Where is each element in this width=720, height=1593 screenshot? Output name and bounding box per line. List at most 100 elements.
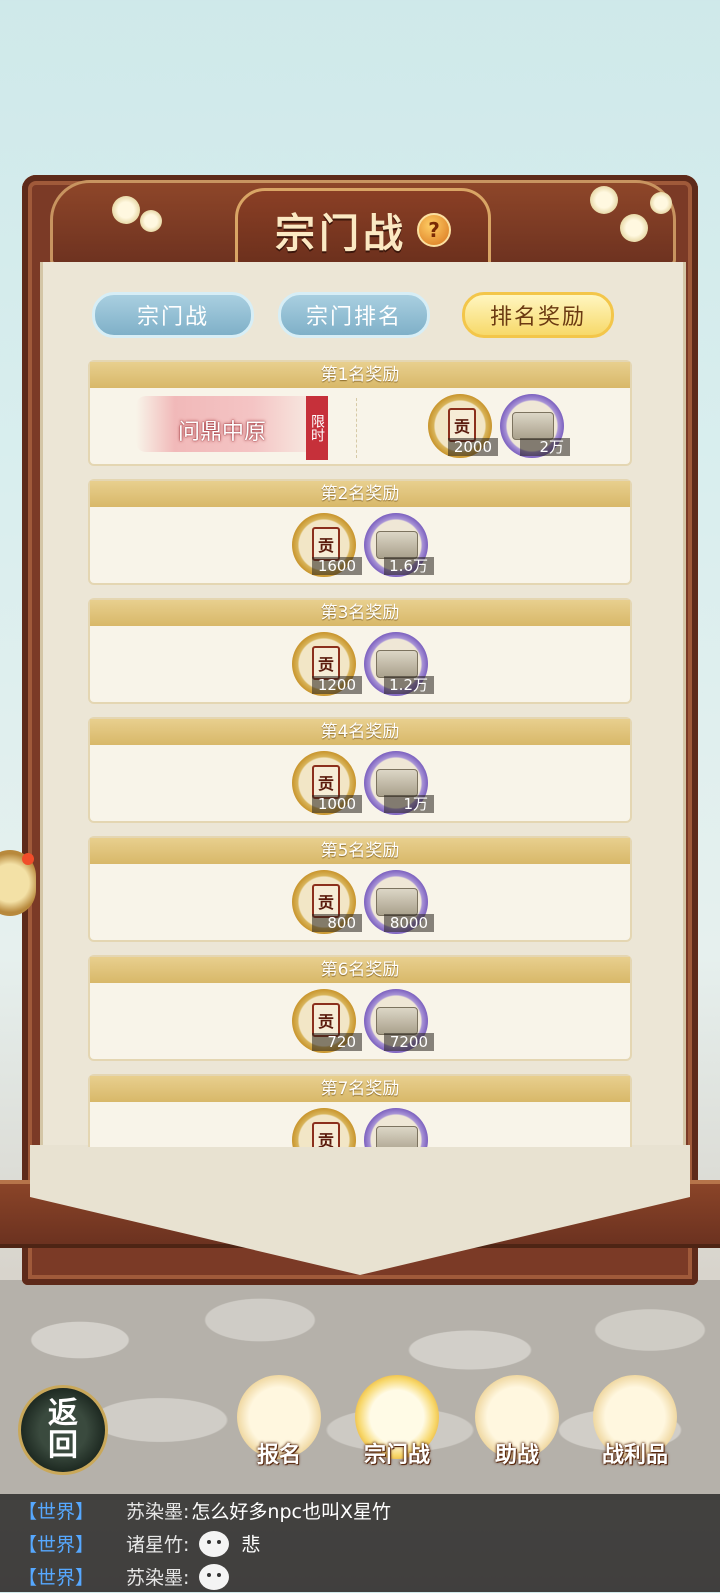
back-label: 回 — [48, 1428, 78, 1463]
tab-ranking-rewards[interactable]: 排名奖励 — [462, 292, 614, 338]
contribution-icon: 贡 — [312, 527, 340, 561]
emoji-face-icon — [199, 1530, 230, 1557]
item-quantity: 7200 — [384, 1033, 434, 1051]
reward-heading: 第7名奖励 — [90, 1076, 630, 1102]
tab-label: 宗门排名 — [305, 305, 402, 330]
silver-chest-icon — [512, 412, 554, 440]
item-quantity: 8000 — [384, 914, 434, 932]
back-button[interactable]: 返 回 — [18, 1385, 108, 1475]
reward-card: 第3名奖励 贡 1200 1.2万 — [88, 598, 632, 704]
contribution-item[interactable]: 贡 1200 — [292, 632, 362, 696]
notification-dot — [22, 853, 34, 865]
item-quantity: 1000 — [312, 795, 362, 813]
reward-items: 贡 1600 1.6万 — [90, 513, 630, 581]
chat-channel: 【世界】 — [18, 1501, 95, 1523]
item-quantity: 2000 — [448, 438, 498, 456]
sect-war-button[interactable]: 宗门战 — [352, 1375, 442, 1471]
tab-label: 排名奖励 — [489, 305, 586, 330]
reward-card: 第5名奖励 贡 800 8000 — [88, 836, 632, 942]
silver-chest-item[interactable] — [364, 1108, 428, 1147]
contribution-icon: 贡 — [312, 884, 340, 918]
contribution-icon: 贡 — [312, 1003, 340, 1037]
reward-heading: 第5名奖励 — [90, 838, 630, 864]
item-quantity: 1.2万 — [384, 676, 434, 694]
contribution-icon: 贡 — [312, 1122, 340, 1147]
chat-message: 【世界】 苏染墨: — [0, 1560, 720, 1593]
item-quantity: 1200 — [312, 676, 362, 694]
chat-sender[interactable]: 苏染墨: — [126, 1563, 189, 1590]
help-button[interactable]: ? — [417, 213, 451, 247]
reward-card: 第2名奖励 贡 1600 1.6万 — [88, 479, 632, 585]
reward-heading: 第3名奖励 — [90, 600, 630, 626]
reward-card: 第4名奖励 贡 1000 1万 — [88, 717, 632, 823]
loot-button[interactable]: 战利品 — [590, 1375, 680, 1471]
reward-card: 第1名奖励 问鼎中原 限时 贡 2000 2万 — [88, 360, 632, 466]
emoji-face-icon — [199, 1563, 230, 1590]
contribution-item[interactable]: 贡 2000 — [428, 394, 498, 458]
chat-channel: 【世界】 — [18, 1534, 95, 1556]
page-title: 宗门战 — [275, 210, 407, 257]
reward-heading: 第2名奖励 — [90, 481, 630, 507]
item-quantity: 2万 — [520, 438, 570, 456]
tab-sect-ranking[interactable]: 宗门排名 — [278, 292, 430, 338]
silver-chest-icon — [376, 888, 418, 916]
contribution-icon: 贡 — [448, 408, 476, 442]
nav-label: 助战 — [494, 1442, 539, 1468]
silver-chest-icon — [376, 650, 418, 678]
silver-chest-item[interactable]: 1.6万 — [364, 513, 434, 577]
title-plaque: 宗门战 ? — [235, 188, 491, 272]
nav-label: 宗门战 — [363, 1442, 430, 1468]
reward-items: 贡 1000 1万 — [90, 751, 630, 819]
plum-blossom-decoration — [650, 192, 672, 214]
contribution-item[interactable]: 贡 1600 — [292, 513, 362, 577]
reward-items: 贡 720 7200 — [90, 989, 630, 1057]
chat-channel: 【世界】 — [18, 1567, 95, 1589]
contribution-item[interactable]: 贡 800 — [292, 870, 362, 934]
item-quantity: 1.6万 — [384, 557, 434, 575]
item-quantity: 800 — [312, 914, 362, 932]
silver-chest-icon — [376, 769, 418, 797]
reward-items: 贡 800 8000 — [90, 870, 630, 938]
plum-blossom-decoration — [620, 214, 648, 242]
chat-message: 【世界】 苏染墨: 怎么好多npc也叫X星竹 — [0, 1494, 720, 1527]
silver-chest-icon — [376, 1007, 418, 1035]
reward-list[interactable]: 第1名奖励 问鼎中原 限时 贡 2000 2万 第2名奖励 贡 1600 1.6… — [88, 360, 632, 1147]
reward-items: 贡 1200 1.2万 — [90, 632, 630, 700]
item-quantity: 1600 — [312, 557, 362, 575]
nav-label: 战利品 — [601, 1442, 668, 1468]
reward-heading: 第4名奖励 — [90, 719, 630, 745]
tab-label: 宗门战 — [136, 305, 209, 330]
contribution-item[interactable]: 贡 720 — [292, 989, 362, 1053]
chat-message: 【世界】 诸星竹: 悲 — [0, 1527, 720, 1560]
chat-text: 悲 — [241, 1534, 261, 1556]
contribution-item[interactable]: 贡 — [292, 1108, 356, 1147]
nav-label: 报名 — [256, 1442, 301, 1468]
silver-chest-item[interactable]: 2万 — [500, 394, 570, 458]
chat-sender[interactable]: 诸星竹: — [126, 1530, 189, 1557]
reward-heading: 第1名奖励 — [90, 362, 630, 388]
silver-chest-item[interactable]: 1.2万 — [364, 632, 434, 696]
item-quantity: 720 — [312, 1033, 362, 1051]
reward-card: 第6名奖励 贡 720 7200 — [88, 955, 632, 1061]
reward-items: 贡 2000 2万 — [226, 394, 632, 462]
reward-heading: 第6名奖励 — [90, 957, 630, 983]
item-quantity: 1万 — [384, 795, 434, 813]
silver-chest-item[interactable]: 1万 — [364, 751, 434, 815]
contribution-icon: 贡 — [312, 765, 340, 799]
reward-items: 贡 — [90, 1108, 630, 1147]
assist-button[interactable]: 助战 — [472, 1375, 562, 1471]
chat-panel[interactable]: 【世界】 苏染墨: 怎么好多npc也叫X星竹 【世界】 诸星竹: 悲 【世界】 … — [0, 1494, 720, 1592]
chat-text: 怎么好多npc也叫X星竹 — [191, 1501, 391, 1523]
chat-sender[interactable]: 苏染墨: — [126, 1497, 189, 1524]
contribution-item[interactable]: 贡 1000 — [292, 751, 362, 815]
silver-chest-icon — [376, 531, 418, 559]
silver-chest-icon — [376, 1126, 418, 1147]
back-label: 返 — [48, 1396, 78, 1431]
tab-sect-war[interactable]: 宗门战 — [92, 292, 254, 338]
plum-blossom-decoration — [140, 210, 162, 232]
silver-chest-item[interactable]: 8000 — [364, 870, 434, 934]
plum-blossom-decoration — [112, 196, 140, 224]
signup-button[interactable]: 报名 — [234, 1375, 324, 1471]
plum-blossom-decoration — [590, 186, 618, 214]
silver-chest-item[interactable]: 7200 — [364, 989, 434, 1053]
